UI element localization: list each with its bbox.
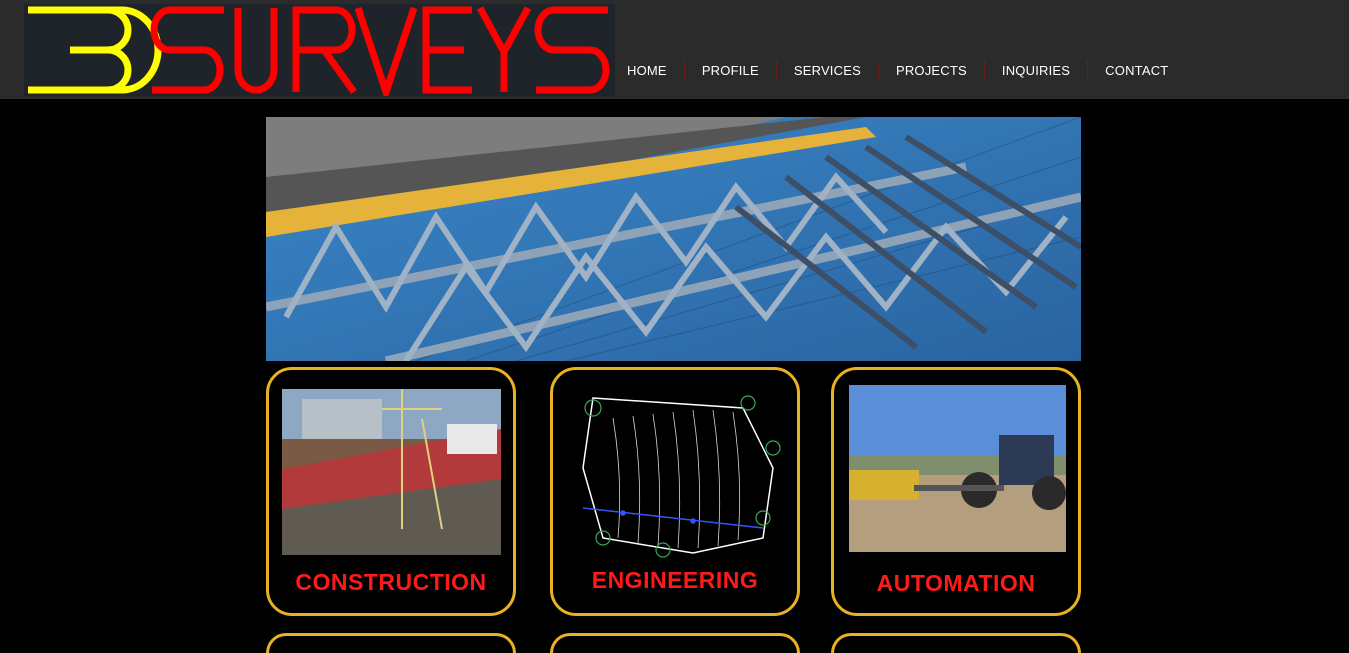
nav-contact[interactable]: CONTACT (1096, 61, 1177, 81)
nav-projects[interactable]: PROJECTS (887, 61, 976, 81)
service-label-automation: AUTOMATION (876, 570, 1036, 596)
service-label-construction: CONSTRUCTION (295, 569, 487, 595)
logo-graphic (28, 6, 610, 96)
service-card-engineering[interactable]: ENGINEERING (550, 367, 800, 616)
hero-image (266, 117, 1081, 361)
nav-inquiries[interactable]: INQUIRIES (993, 61, 1079, 81)
service-card-partial[interactable] (266, 633, 516, 653)
main-nav: HOME PROFILE SERVICES PROJECTS INQUIRIES… (618, 61, 1177, 81)
survey-contour-drawing-icon (563, 388, 788, 558)
service-card-automation[interactable]: AUTOMATION (831, 367, 1081, 616)
service-card-construction[interactable]: CONSTRUCTION (266, 367, 516, 616)
tractor-grader-icon (849, 385, 1066, 552)
nav-home[interactable]: HOME (618, 61, 676, 81)
nav-divider (877, 61, 879, 81)
stadium-construction-icon (282, 389, 501, 555)
nav-divider (683, 61, 685, 81)
nav-divider (775, 61, 777, 81)
site-header: HOME PROFILE SERVICES PROJECTS INQUIRIES… (0, 0, 1349, 99)
nav-divider (983, 61, 985, 81)
service-card-partial[interactable] (550, 633, 800, 653)
nav-divider (1087, 61, 1089, 81)
service-card-partial[interactable] (831, 633, 1081, 653)
nav-profile[interactable]: PROFILE (693, 61, 768, 81)
nav-services[interactable]: SERVICES (785, 61, 870, 81)
service-label-engineering: ENGINEERING (591, 567, 759, 593)
steel-roof-construction-icon (266, 117, 1081, 361)
brand-logo[interactable] (24, 4, 615, 96)
